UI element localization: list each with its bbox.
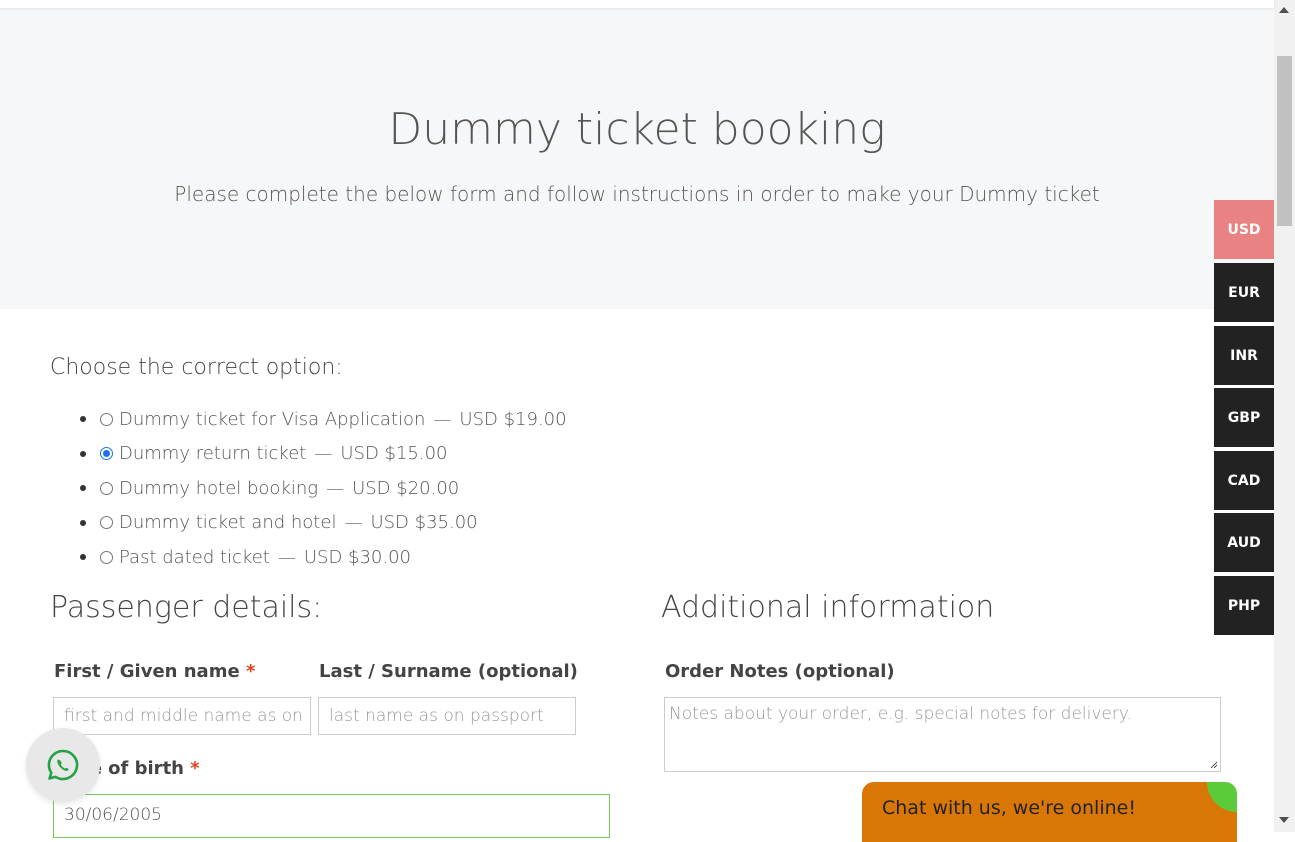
list-bullet [80,416,86,423]
option-separator: — [314,443,333,465]
currency-php[interactable]: PHP [1214,576,1274,635]
currency-usd[interactable]: USD [1214,200,1274,259]
ticket-option[interactable]: Dummy ticket and hotel — USD $35.00 [80,506,567,541]
scroll-down-icon[interactable] [1279,817,1289,823]
ticket-options-list: Dummy ticket for Visa Application — USD … [80,402,567,575]
option-label[interactable]: Dummy ticket for Visa Application [119,409,425,430]
list-bullet [80,554,86,561]
currency-inr[interactable]: INR [1214,326,1274,385]
ticket-option[interactable]: Dummy ticket for Visa Application — USD … [80,402,567,437]
chat-widget[interactable]: Chat with us, we're online! [862,782,1237,842]
option-separator: — [326,477,345,499]
last-name-input[interactable]: last name as on passport [318,697,576,735]
resize-grip-icon[interactable] [1208,759,1218,769]
hero-section: Dummy ticket booking Please complete the… [0,8,1274,309]
option-radio[interactable] [100,481,113,495]
option-price: USD $20.00 [352,477,460,499]
option-radio[interactable] [100,516,113,530]
required-mark: * [190,758,200,779]
whatsapp-button[interactable] [26,728,100,802]
additional-info-heading: Additional information [661,590,995,625]
option-separator: — [344,512,363,534]
list-bullet [80,485,86,492]
list-bullet [80,519,86,526]
ticket-option[interactable]: Past dated ticket — USD $30.00 [80,540,567,575]
whatsapp-icon [47,749,79,781]
passenger-details-heading: Passenger details: [50,590,323,625]
option-label[interactable]: Dummy hotel booking [119,478,318,499]
order-notes-placeholder: Notes about your order, e.g. special not… [669,704,1132,724]
page-subtitle: Please complete the below form and follo… [174,182,1100,206]
first-name-label-text: First / Given name [54,661,240,682]
scroll-up-icon[interactable] [1279,7,1289,13]
chat-label[interactable]: Chat with us, we're online! [882,797,1136,819]
options-heading: Choose the correct option: [50,355,343,380]
list-bullet [80,450,86,457]
option-price: USD $15.00 [340,443,448,465]
last-name-label: Last / Surname (optional) [319,661,578,682]
currency-cad[interactable]: CAD [1214,451,1274,510]
first-name-label: First / Given name * [54,661,255,682]
option-label[interactable]: Dummy return ticket [119,443,306,464]
option-label[interactable]: Past dated ticket [119,547,270,568]
option-radio[interactable] [100,447,113,461]
option-radio[interactable] [100,412,113,426]
option-price: USD $35.00 [370,512,478,534]
first-name-input[interactable]: first and middle name as on passport [53,697,311,735]
scrollbar-thumb[interactable] [1277,56,1292,226]
option-price: USD $19.00 [459,408,567,430]
option-separator: — [433,408,452,430]
ticket-option[interactable]: Dummy return ticket — USD $15.00 [80,437,567,472]
online-indicator [1207,782,1237,812]
currency-eur[interactable]: EUR [1214,263,1274,322]
currency-aud[interactable]: AUD [1214,513,1274,572]
top-bar [0,0,1274,8]
option-radio[interactable] [100,550,113,564]
page-title: Dummy ticket booking [388,104,886,155]
order-notes-textarea[interactable]: Notes about your order, e.g. special not… [664,697,1221,772]
option-separator: — [277,546,296,568]
order-notes-label: Order Notes (optional) [665,661,895,682]
ticket-option[interactable]: Dummy hotel booking — USD $20.00 [80,471,567,506]
dob-input[interactable]: 30/06/2005 [53,794,610,838]
currency-gbp[interactable]: GBP [1214,388,1274,447]
required-mark: * [245,661,256,682]
option-price: USD $30.00 [303,546,412,568]
option-label[interactable]: Dummy ticket and hotel [119,512,336,533]
scrollbar[interactable] [1274,0,1295,832]
